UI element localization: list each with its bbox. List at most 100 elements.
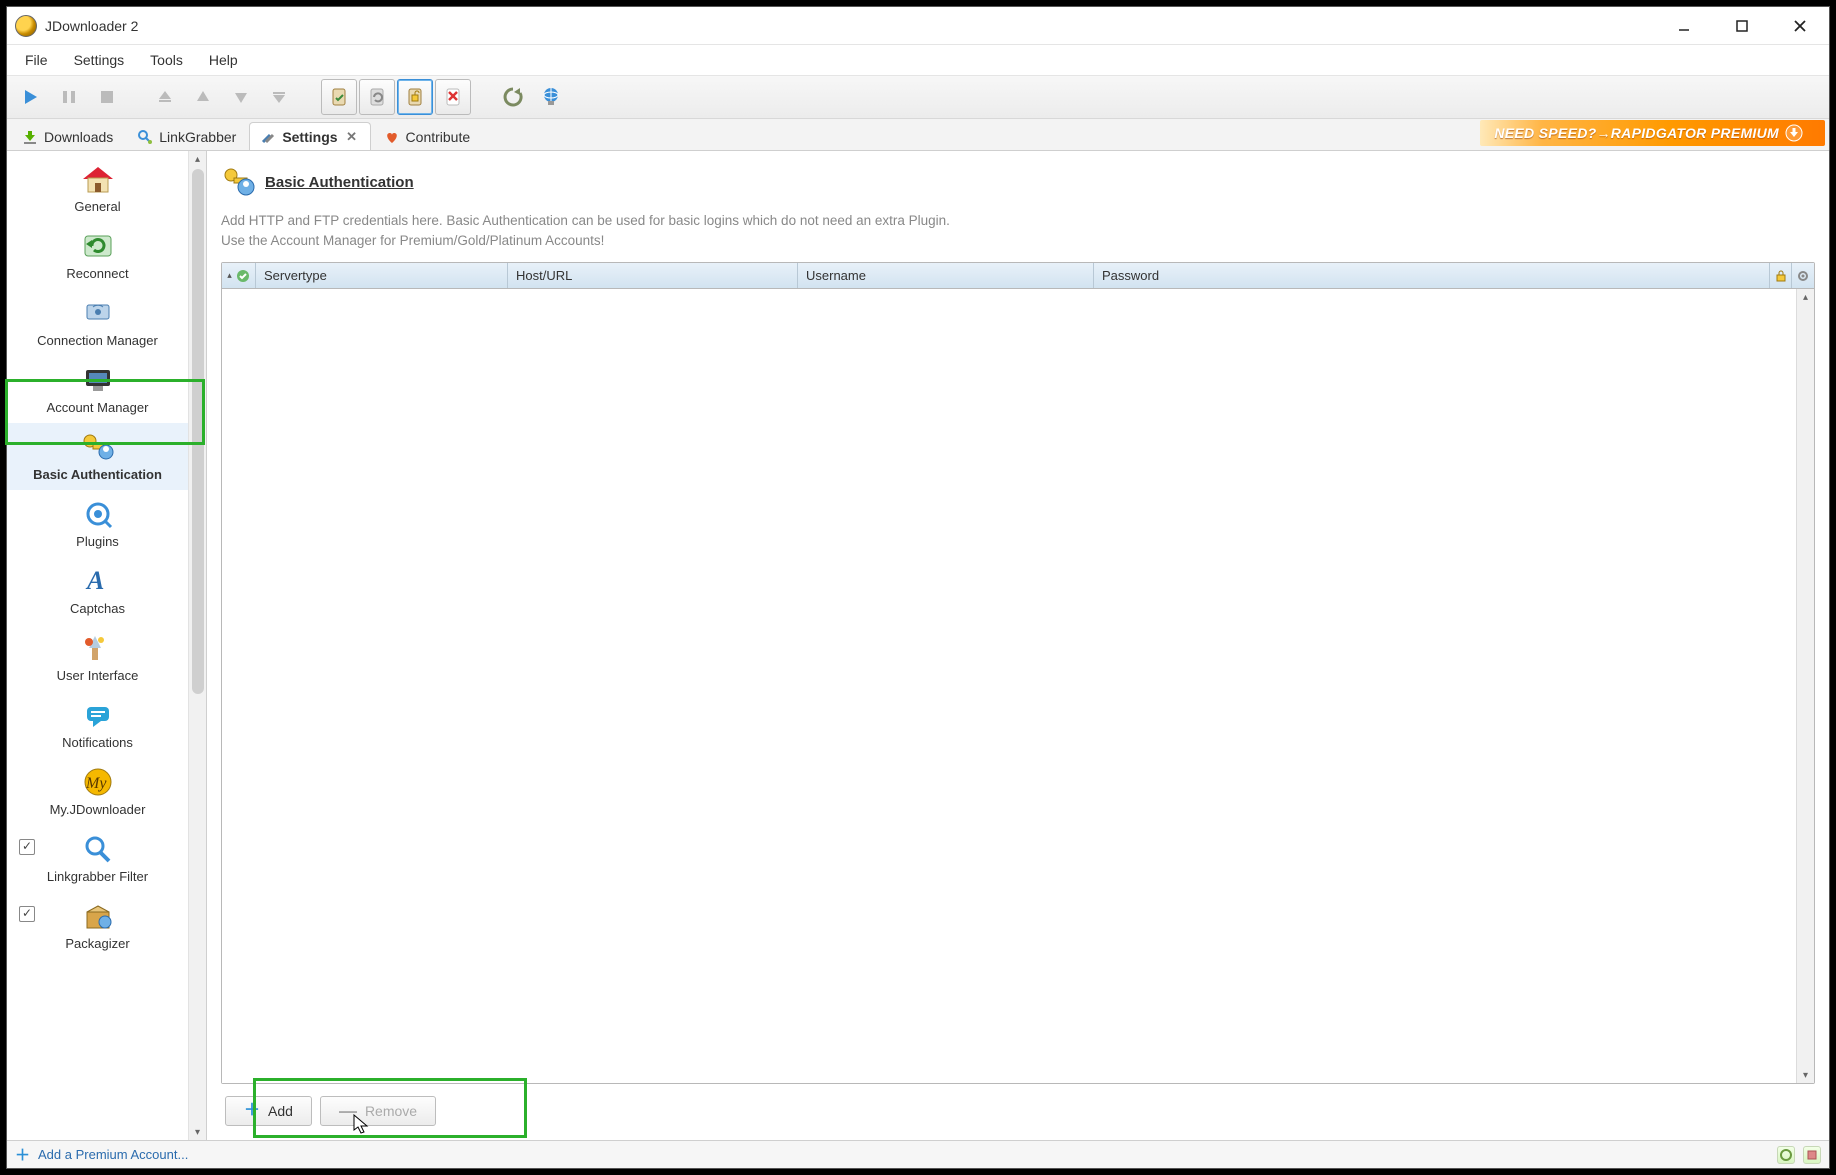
minimize-button[interactable] [1655, 7, 1713, 45]
clipboard-premium-button[interactable] [397, 79, 433, 115]
sidebar-checkbox[interactable] [19, 906, 35, 922]
move-bottom-button[interactable] [263, 81, 295, 113]
col-servertype[interactable]: Servertype [256, 263, 508, 288]
linkgrabber-icon [137, 129, 153, 145]
table-footer-buttons: ＋Add —Remove [221, 1084, 1815, 1134]
download-icon [22, 129, 38, 145]
plus-icon: ＋ [15, 1144, 30, 1165]
sidebar-item-label: Captchas [7, 601, 188, 616]
col-lock[interactable] [1770, 263, 1792, 288]
maximize-button[interactable] [1713, 7, 1771, 45]
titlebar: JDownloader 2 [7, 7, 1829, 45]
tab-settings[interactable]: Settings ✕ [249, 122, 370, 150]
sidebar-item-general[interactable]: General [7, 155, 188, 222]
tabstrip: Downloads LinkGrabber Settings ✕ Contrib… [7, 119, 1829, 151]
move-up-button[interactable] [187, 81, 219, 113]
tab-close-button[interactable]: ✕ [344, 129, 360, 145]
packagizer-icon [77, 898, 119, 934]
pause-downloads-button[interactable] [53, 81, 85, 113]
sidebar-item-myjd[interactable]: My My.JDownloader [7, 758, 188, 825]
menu-settings[interactable]: Settings [62, 48, 137, 72]
add-premium-link[interactable]: Add a Premium Account... [38, 1147, 188, 1162]
lock-icon [1774, 269, 1788, 283]
menu-file[interactable]: File [13, 48, 60, 72]
stop-downloads-button[interactable] [91, 81, 123, 113]
close-button[interactable] [1771, 7, 1829, 45]
menubar: File Settings Tools Help [7, 45, 1829, 75]
credentials-table: Servertype Host/URL Username Password ▴ … [221, 262, 1815, 1084]
captchas-icon: A [77, 563, 119, 599]
sidebar-scrollbar[interactable]: ▴ ▾ [188, 151, 206, 1140]
scroll-up-button[interactable]: ▴ [1798, 289, 1814, 305]
page-icon [221, 165, 255, 199]
sidebar-item-label: Basic Authentication [7, 467, 188, 482]
sidebar-item-plugins[interactable]: Plugins [7, 490, 188, 557]
linkfilter-icon [77, 831, 119, 867]
menu-help[interactable]: Help [197, 48, 250, 72]
sidebar-item-label: General [7, 199, 188, 214]
sidebar-item-linkfilter[interactable]: Linkgrabber Filter [7, 825, 188, 892]
clipboard-check-button[interactable] [321, 79, 357, 115]
col-hosturl[interactable]: Host/URL [508, 263, 798, 288]
tab-label: Settings [282, 129, 337, 145]
col-password[interactable]: Password [1094, 263, 1770, 288]
sidebar-item-label: Connection Manager [7, 333, 188, 348]
notifications-icon [77, 697, 119, 733]
tab-label: Downloads [44, 129, 113, 145]
connection-icon [77, 295, 119, 331]
globe-button[interactable] [535, 81, 567, 113]
col-enabled[interactable] [222, 263, 256, 288]
clipboard-reconnect-button[interactable] [359, 79, 395, 115]
premium-banner[interactable]: NEED SPEED?→RAPIDGATOR PREMIUM [1480, 120, 1825, 146]
window-title: JDownloader 2 [45, 18, 138, 34]
remove-button[interactable]: —Remove [320, 1096, 436, 1126]
body: General Reconnect Connection Manager Acc… [7, 151, 1829, 1140]
button-label: Add [268, 1103, 293, 1119]
banner-download-icon [1785, 124, 1803, 142]
statusbar: ＋ Add a Premium Account... [7, 1140, 1829, 1168]
sidebar-item-packagizer[interactable]: Packagizer [7, 892, 188, 959]
sidebar-item-captchas[interactable]: A Captchas [7, 557, 188, 624]
settings-sidebar: General Reconnect Connection Manager Acc… [7, 151, 207, 1140]
update-button[interactable] [497, 81, 529, 113]
page-desc-line2: Use the Account Manager for Premium/Gold… [221, 231, 1815, 251]
sidebar-item-ui[interactable]: User Interface [7, 624, 188, 691]
sidebar-item-connection[interactable]: Connection Manager [7, 289, 188, 356]
app-window: JDownloader 2 File Settings Tools Help [6, 6, 1830, 1169]
sidebar-item-label: My.JDownloader [7, 802, 188, 817]
menu-tools[interactable]: Tools [138, 48, 195, 72]
status-icon-1[interactable] [1777, 1146, 1795, 1164]
add-button[interactable]: ＋Add [225, 1096, 312, 1126]
sidebar-item-label: Account Manager [7, 400, 188, 415]
sidebar-item-account[interactable]: Account Manager [7, 356, 188, 423]
sidebar-checkbox[interactable] [19, 839, 35, 855]
gear-icon [1796, 269, 1810, 283]
heart-icon [384, 129, 400, 145]
scroll-up-button[interactable]: ▴ [190, 151, 206, 167]
toolbar [7, 75, 1829, 119]
tab-linkgrabber[interactable]: LinkGrabber [126, 122, 247, 150]
col-username[interactable]: Username [798, 263, 1094, 288]
tab-label: LinkGrabber [159, 129, 236, 145]
sidebar-item-basicauth[interactable]: Basic Authentication [7, 423, 188, 490]
start-downloads-button[interactable] [15, 81, 47, 113]
home-icon [77, 161, 119, 197]
scroll-down-button[interactable]: ▾ [190, 1124, 206, 1140]
settings-content: Basic Authentication Add HTTP and FTP cr… [207, 151, 1829, 1140]
col-settings[interactable] [1792, 263, 1814, 288]
status-icon-2[interactable] [1803, 1146, 1821, 1164]
sidebar-item-notifications[interactable]: Notifications [7, 691, 188, 758]
scroll-down-button[interactable]: ▾ [1798, 1067, 1814, 1083]
move-top-button[interactable] [149, 81, 181, 113]
tab-contribute[interactable]: Contribute [373, 122, 482, 150]
sidebar-item-label: Notifications [7, 735, 188, 750]
move-down-button[interactable] [225, 81, 257, 113]
settings-icon [260, 129, 276, 145]
check-icon [236, 269, 250, 283]
table-scrollbar[interactable]: ▴ ▾ [1796, 289, 1814, 1083]
sidebar-item-reconnect[interactable]: Reconnect [7, 222, 188, 289]
clipboard-delete-button[interactable] [435, 79, 471, 115]
scroll-thumb[interactable] [192, 169, 204, 694]
tab-downloads[interactable]: Downloads [11, 122, 124, 150]
ui-icon [77, 630, 119, 666]
